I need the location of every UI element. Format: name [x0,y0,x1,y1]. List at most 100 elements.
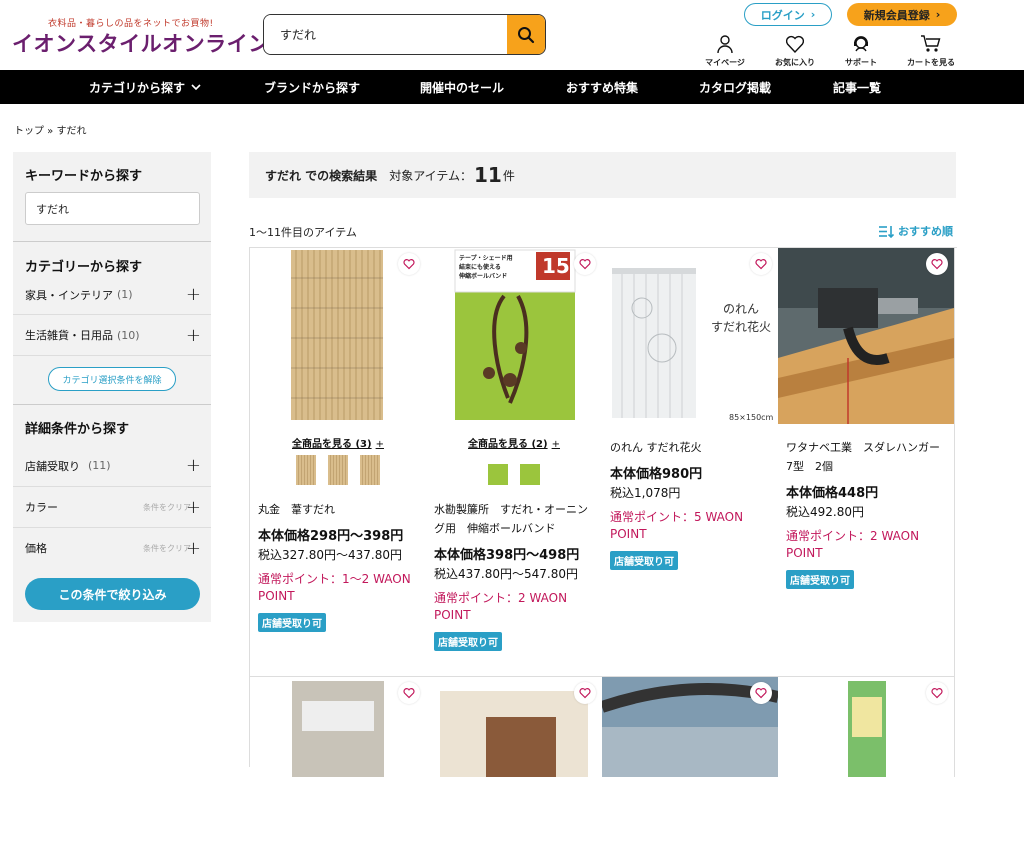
cart-icon [921,35,941,52]
product-image[interactable]: のれん すだれ花火 85×150cm [602,248,778,424]
signup-label: 新規会員登録 [863,8,930,22]
variant-thumb[interactable] [360,455,380,485]
plus-icon: + [551,439,560,450]
favorite-button[interactable] [926,682,948,704]
chevron-right-icon: › [935,8,941,21]
favorite-button[interactable] [398,682,420,704]
product-tax-price: 税込327.80円〜437.80円 [258,548,402,562]
filter-label: 店舗受取り [25,459,80,473]
filter-row-pickup[interactable]: 店舗受取り (11) + [13,445,211,486]
see-all-link[interactable]: 全商品を見る (3) + [250,435,426,450]
results-header: すだれ での検索結果 対象アイテム： 11 件 [249,152,956,198]
clear-filter-link[interactable]: 条件をクリア [143,543,191,554]
product-image[interactable] [778,248,954,424]
product-card[interactable]: 15 テープ・シェード用 結束にも使える 伸縮ボールバンド 全商品を見る (2)… [426,248,603,677]
heart-icon [403,688,415,699]
filter-row-color[interactable]: カラー 条件をクリア + [13,486,211,527]
search-icon [518,26,535,43]
detail-heading: 詳細条件から探す [25,422,130,437]
favorite-icon [785,35,805,54]
pickup-badge: 店舗受取り可 [258,613,326,632]
cart-link[interactable]: カートを見る [902,34,960,68]
category-heading: カテゴリーから探す [25,260,143,275]
category-row-furniture[interactable]: 家具・インテリア (1) + [13,274,211,315]
product-price: 本体価格980円 [610,467,703,482]
plus-icon[interactable]: + [186,455,201,476]
favorite-button[interactable] [750,682,772,704]
nav-feature[interactable]: おすすめ特集 [566,79,638,96]
product-tax-price: 税込492.80円 [786,505,864,519]
product-card[interactable] [426,677,603,777]
signup-button[interactable]: 新規会員登録 › [847,3,957,26]
product-name[interactable]: 水勘製簾所 すだれ・オーニング用 伸縮ボールバンド [434,500,596,538]
favorite-button[interactable] [926,253,948,275]
support-icon [854,36,868,52]
mypage-link[interactable]: マイページ [696,34,754,68]
favorite-button[interactable] [750,253,772,275]
product-card[interactable]: ワタナベ工業 スダレハンガー 7型 2個 本体価格448円 税込492.80円 … [778,248,955,677]
variant-thumb[interactable] [520,455,540,485]
login-button[interactable]: ログイン › [744,3,832,26]
product-image[interactable] [250,677,426,853]
site-logo[interactable]: イオンスタイルオンライン [12,28,270,58]
favorite-button[interactable] [574,253,596,275]
product-image[interactable] [250,248,426,424]
product-card[interactable] [250,677,427,777]
plus-icon[interactable]: + [186,284,201,305]
product-tax-price: 税込437.80円〜547.80円 [434,567,578,581]
product-grid: 全商品を見る (3) + 丸金 葦すだれ 本体価格298円〜398円 税込327.… [249,247,957,777]
filter-label: カラー [25,501,58,514]
see-all-link[interactable]: 全商品を見る (2) + [426,435,602,450]
see-all-label: 全商品を見る (2) [468,439,548,450]
sort-button[interactable]: おすすめ順 [878,223,953,239]
product-point: 通常ポイント：5 WAON POINT [610,510,744,541]
nav-articles[interactable]: 記事一覧 [833,79,881,96]
keyword-input[interactable]: すだれ [25,192,200,225]
nav-sale[interactable]: 開催中のセール [420,79,504,96]
product-image[interactable]: 15 テープ・シェード用 結束にも使える 伸縮ボールバンド [426,248,602,424]
clear-category-button[interactable]: カテゴリ選択条件を解除 [48,367,176,391]
filter-row-price[interactable]: 価格 条件をクリア + [13,527,211,568]
variant-thumb[interactable] [296,455,316,485]
login-label: ログイン [760,8,805,22]
item-range: 1〜11件目のアイテム [249,226,357,239]
support-link[interactable]: サポート [832,34,890,68]
product-image[interactable] [426,677,602,853]
product-card[interactable]: のれん すだれ花火 85×150cm のれん すだれ花火 本体価格980円 税込… [602,248,779,677]
image-package-text: テープ・シェード用 結束にも使える 伸縮ボールバンド [459,255,513,280]
cart-label: カートを見る [907,58,955,67]
favorite-button[interactable] [398,253,420,275]
product-card[interactable] [602,677,779,777]
product-card[interactable] [778,677,955,777]
search-bar [263,14,546,55]
nav-catalog[interactable]: カタログ掲載 [699,79,771,96]
product-image[interactable] [602,677,778,853]
plus-icon: + [375,439,384,450]
product-name[interactable]: ワタナベ工業 スダレハンガー 7型 2個 [786,438,948,476]
search-button[interactable] [507,15,545,54]
heart-icon [579,259,591,270]
plus-icon[interactable]: + [186,497,201,518]
breadcrumb[interactable]: トップ » すだれ [14,122,86,137]
apply-filter-button[interactable]: この条件で絞り込み [25,578,200,610]
product-price: 本体価格298円〜398円 [258,529,404,544]
category-count: (10) [117,328,140,342]
chevron-right-icon: › [810,8,816,21]
favorite-link[interactable]: お気に入り [766,34,824,68]
product-card[interactable]: 全商品を見る (3) + 丸金 葦すだれ 本体価格298円〜398円 税込327.… [250,248,427,677]
clear-filter-link[interactable]: 条件をクリア [143,502,191,513]
product-name[interactable]: 丸金 葦すだれ [258,500,420,519]
plus-icon[interactable]: + [186,538,201,559]
nav-category[interactable]: カテゴリから探す [89,79,201,96]
variant-thumb[interactable] [488,455,508,485]
product-point: 通常ポイント：2 WAON POINT [786,529,920,560]
favorite-button[interactable] [574,682,596,704]
variant-thumb[interactable] [328,455,348,485]
product-image[interactable] [778,677,954,853]
nav-brand[interactable]: ブランドから探す [264,79,360,96]
search-input[interactable] [264,15,507,54]
heart-icon [403,259,415,270]
category-row-goods[interactable]: 生活雑貨・日用品 (10) + [13,314,211,355]
plus-icon[interactable]: + [186,325,201,346]
product-name[interactable]: のれん すだれ花火 [610,438,772,457]
